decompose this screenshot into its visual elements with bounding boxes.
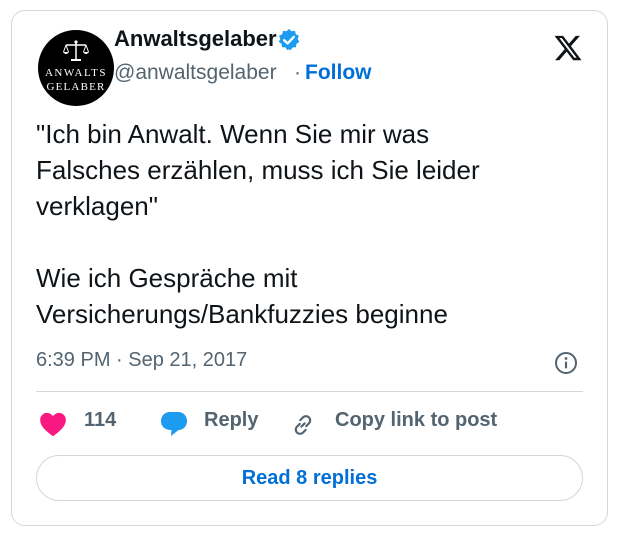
heart-icon[interactable] — [39, 411, 67, 437]
follow-button[interactable]: Follow — [305, 61, 372, 85]
divider — [36, 391, 583, 392]
tweet-text-line: Falsches erzählen, muss ich Sie leider — [36, 155, 480, 185]
author-name[interactable]: Anwaltsgelaber — [114, 26, 277, 52]
scales-of-justice-icon — [63, 40, 89, 61]
x-logo-icon[interactable] — [553, 33, 583, 63]
tweet-timestamp[interactable]: 6:39 PM · Sep 21, 2017 — [36, 349, 247, 372]
avatar-text-bottom: GELABER — [46, 81, 106, 93]
author-handle[interactable]: @anwaltsgelaber — [114, 61, 277, 85]
copy-link-button[interactable]: Copy link to post — [335, 409, 497, 432]
verified-badge-icon — [278, 29, 300, 51]
read-replies-button[interactable]: Read 8 replies — [36, 455, 583, 501]
tweet-text-line: Versicherungs/Bankfuzzies beginne — [36, 299, 448, 329]
separator-dot: · — [294, 61, 301, 84]
tweet-text-line: Wie ich Gespräche mit — [36, 263, 298, 293]
link-icon[interactable] — [290, 412, 316, 438]
avatar-text-top: ANWALTS — [44, 67, 108, 79]
speech-bubble-icon[interactable] — [159, 410, 189, 438]
tweet-text-line: "Ich bin Anwalt. Wenn Sie mir was — [36, 119, 430, 149]
tweet-text-line: verklagen" — [36, 191, 158, 221]
reply-button[interactable]: Reply — [204, 409, 258, 432]
like-count[interactable]: 114 — [84, 409, 116, 432]
avatar[interactable]: ANWALTS GELABER — [38, 30, 114, 106]
info-icon[interactable] — [554, 351, 578, 375]
